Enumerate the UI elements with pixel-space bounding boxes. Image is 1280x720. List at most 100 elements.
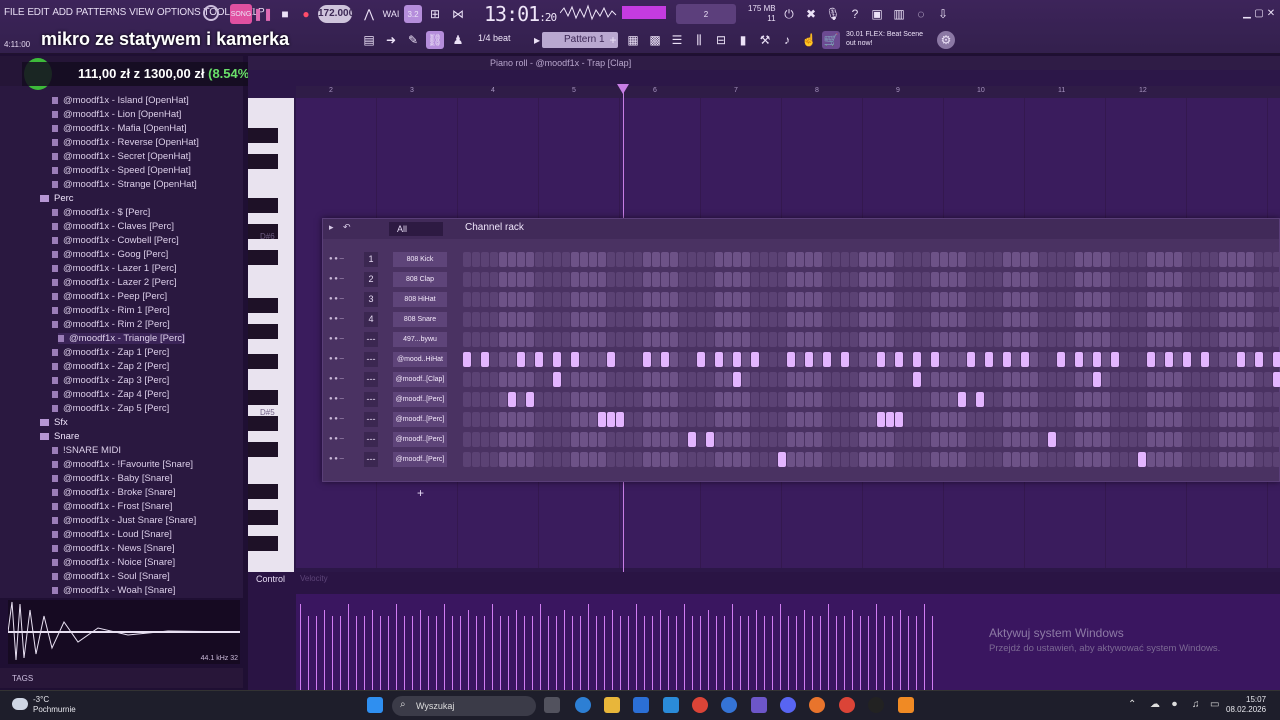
step-button[interactable] [481, 452, 489, 467]
browser-item[interactable]: !SNARE MIDI [52, 445, 121, 456]
velocity-bar[interactable] [804, 610, 805, 690]
step-button[interactable] [1192, 352, 1200, 367]
step-button[interactable] [1030, 412, 1038, 427]
step-button[interactable] [994, 252, 1002, 267]
step-button[interactable] [463, 412, 471, 427]
step-button[interactable] [598, 292, 606, 307]
step-button[interactable] [571, 332, 579, 347]
download-icon[interactable]: ⇩ [934, 5, 952, 23]
step-button[interactable] [1174, 452, 1182, 467]
step-button[interactable] [940, 272, 948, 287]
velocity-bar[interactable] [404, 616, 405, 690]
step-button[interactable] [1246, 392, 1254, 407]
snap-select[interactable]: 1/4 beat [478, 33, 511, 43]
step-button[interactable] [760, 392, 768, 407]
step-button[interactable] [832, 332, 840, 347]
step-button[interactable] [463, 432, 471, 447]
step-button[interactable] [742, 372, 750, 387]
step-button[interactable] [931, 432, 939, 447]
step-button[interactable] [1246, 332, 1254, 347]
velocity-bar[interactable] [324, 610, 325, 690]
step-button[interactable] [832, 292, 840, 307]
step-button[interactable] [985, 312, 993, 327]
step-button[interactable] [616, 352, 624, 367]
fx-icon[interactable]: ♪ [778, 31, 796, 49]
step-button[interactable] [670, 412, 678, 427]
step-button[interactable] [841, 452, 849, 467]
power-icon[interactable]: ⏻ [780, 5, 798, 23]
browser-item[interactable]: @moodf1x - Baby [Snare] [52, 473, 172, 484]
step-button[interactable] [1003, 432, 1011, 447]
step-button[interactable] [1228, 452, 1236, 467]
browser-item[interactable]: @moodf1x - Claves [Perc] [52, 221, 174, 232]
channel-controls-icon[interactable]: ● ● ─ [329, 416, 344, 422]
step-button[interactable] [715, 452, 723, 467]
channel-controls-icon[interactable]: ● ● ─ [329, 336, 344, 342]
velocity-bar[interactable] [716, 616, 717, 690]
step-button[interactable] [949, 272, 957, 287]
step-button[interactable] [463, 352, 471, 367]
step-button[interactable] [832, 272, 840, 287]
step-button[interactable] [751, 312, 759, 327]
step-button[interactable] [517, 372, 525, 387]
step-button[interactable] [1066, 252, 1074, 267]
velocity-bar[interactable] [364, 616, 365, 690]
step-button[interactable] [1057, 432, 1065, 447]
step-button[interactable] [670, 292, 678, 307]
step-button[interactable] [634, 412, 642, 427]
step-button[interactable] [688, 432, 696, 447]
piano-black-key[interactable] [248, 442, 278, 457]
step-button[interactable] [1030, 292, 1038, 307]
step-button[interactable] [1246, 452, 1254, 467]
step-button[interactable] [508, 352, 516, 367]
step-button[interactable] [481, 412, 489, 427]
step-button[interactable] [508, 312, 516, 327]
step-button[interactable] [1147, 272, 1155, 287]
step-button[interactable] [607, 432, 615, 447]
step-button[interactable] [850, 252, 858, 267]
step-button[interactable] [688, 452, 696, 467]
step-button[interactable] [769, 412, 777, 427]
step-button[interactable] [1273, 432, 1280, 447]
step-button[interactable] [778, 432, 786, 447]
step-button[interactable] [625, 432, 633, 447]
step-button[interactable] [850, 352, 858, 367]
step-button[interactable] [832, 412, 840, 427]
piano-black-key[interactable] [248, 354, 278, 369]
step-button[interactable] [1138, 252, 1146, 267]
step-button[interactable] [1147, 452, 1155, 467]
step-button[interactable] [886, 272, 894, 287]
step-button[interactable] [1237, 252, 1245, 267]
step-button[interactable] [886, 252, 894, 267]
step-button[interactable] [1201, 432, 1209, 447]
step-button[interactable] [958, 292, 966, 307]
step-button[interactable] [787, 432, 795, 447]
browser-item[interactable]: @moodf1x - Secret [OpenHat] [52, 151, 191, 162]
close-icon[interactable]: ✕ [1262, 4, 1280, 22]
piano-black-key[interactable] [248, 198, 278, 213]
step-button[interactable] [544, 312, 552, 327]
browser-item[interactable]: @moodf1x - Just Snare [Snare] [52, 515, 196, 526]
step-button[interactable] [1039, 252, 1047, 267]
step-button[interactable] [688, 372, 696, 387]
step-button[interactable] [1246, 312, 1254, 327]
step-button[interactable] [958, 412, 966, 427]
velocity-bar[interactable] [700, 616, 701, 690]
step-button[interactable] [499, 392, 507, 407]
step-button[interactable] [535, 432, 543, 447]
step-button[interactable] [562, 252, 570, 267]
step-button[interactable] [949, 332, 957, 347]
velocity-bar[interactable] [684, 604, 685, 690]
channel-controls-icon[interactable]: ● ● ─ [329, 396, 344, 402]
step-button[interactable] [1093, 412, 1101, 427]
step-button[interactable] [463, 272, 471, 287]
step-button[interactable] [913, 352, 921, 367]
step-button[interactable] [724, 392, 732, 407]
step-button[interactable] [1129, 412, 1137, 427]
step-button[interactable] [1120, 372, 1128, 387]
step-button[interactable] [679, 452, 687, 467]
step-button[interactable] [589, 352, 597, 367]
step-button[interactable] [1192, 412, 1200, 427]
channel-controls-icon[interactable]: ● ● ─ [329, 276, 344, 282]
step-button[interactable] [643, 452, 651, 467]
